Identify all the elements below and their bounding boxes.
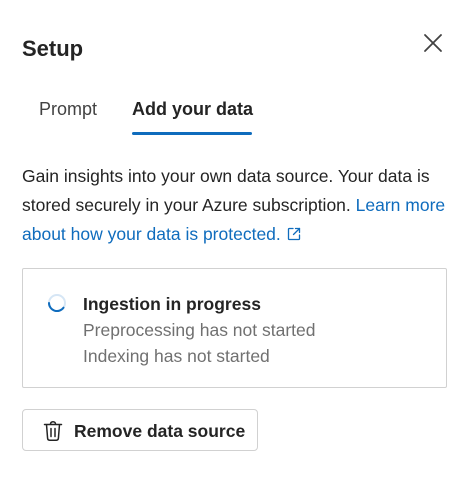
ingestion-status-card: Ingestion in progress Preprocessing has … [22,268,447,388]
panel-title: Setup [22,36,84,61]
status-title: Ingestion in progress [83,294,261,314]
spinner-icon [47,293,67,313]
indexing-status: Indexing has not started [83,346,270,366]
preprocessing-status: Preprocessing has not started [83,320,316,340]
selected-tab-indicator [132,132,252,135]
trash-icon [42,420,64,442]
tab-prompt[interactable]: Prompt [39,96,97,122]
close-icon [424,34,442,52]
description: Gain insights into your own data source.… [22,162,454,250]
tab-add-your-data[interactable]: Add your data [132,96,253,122]
remove-data-source-button[interactable]: Remove data source [22,409,258,451]
close-button[interactable] [420,30,446,56]
setup-panel: Setup Prompt Add your data Gain insights… [0,0,474,481]
remove-data-source-label: Remove data source [74,421,246,441]
external-link-icon [287,221,301,250]
